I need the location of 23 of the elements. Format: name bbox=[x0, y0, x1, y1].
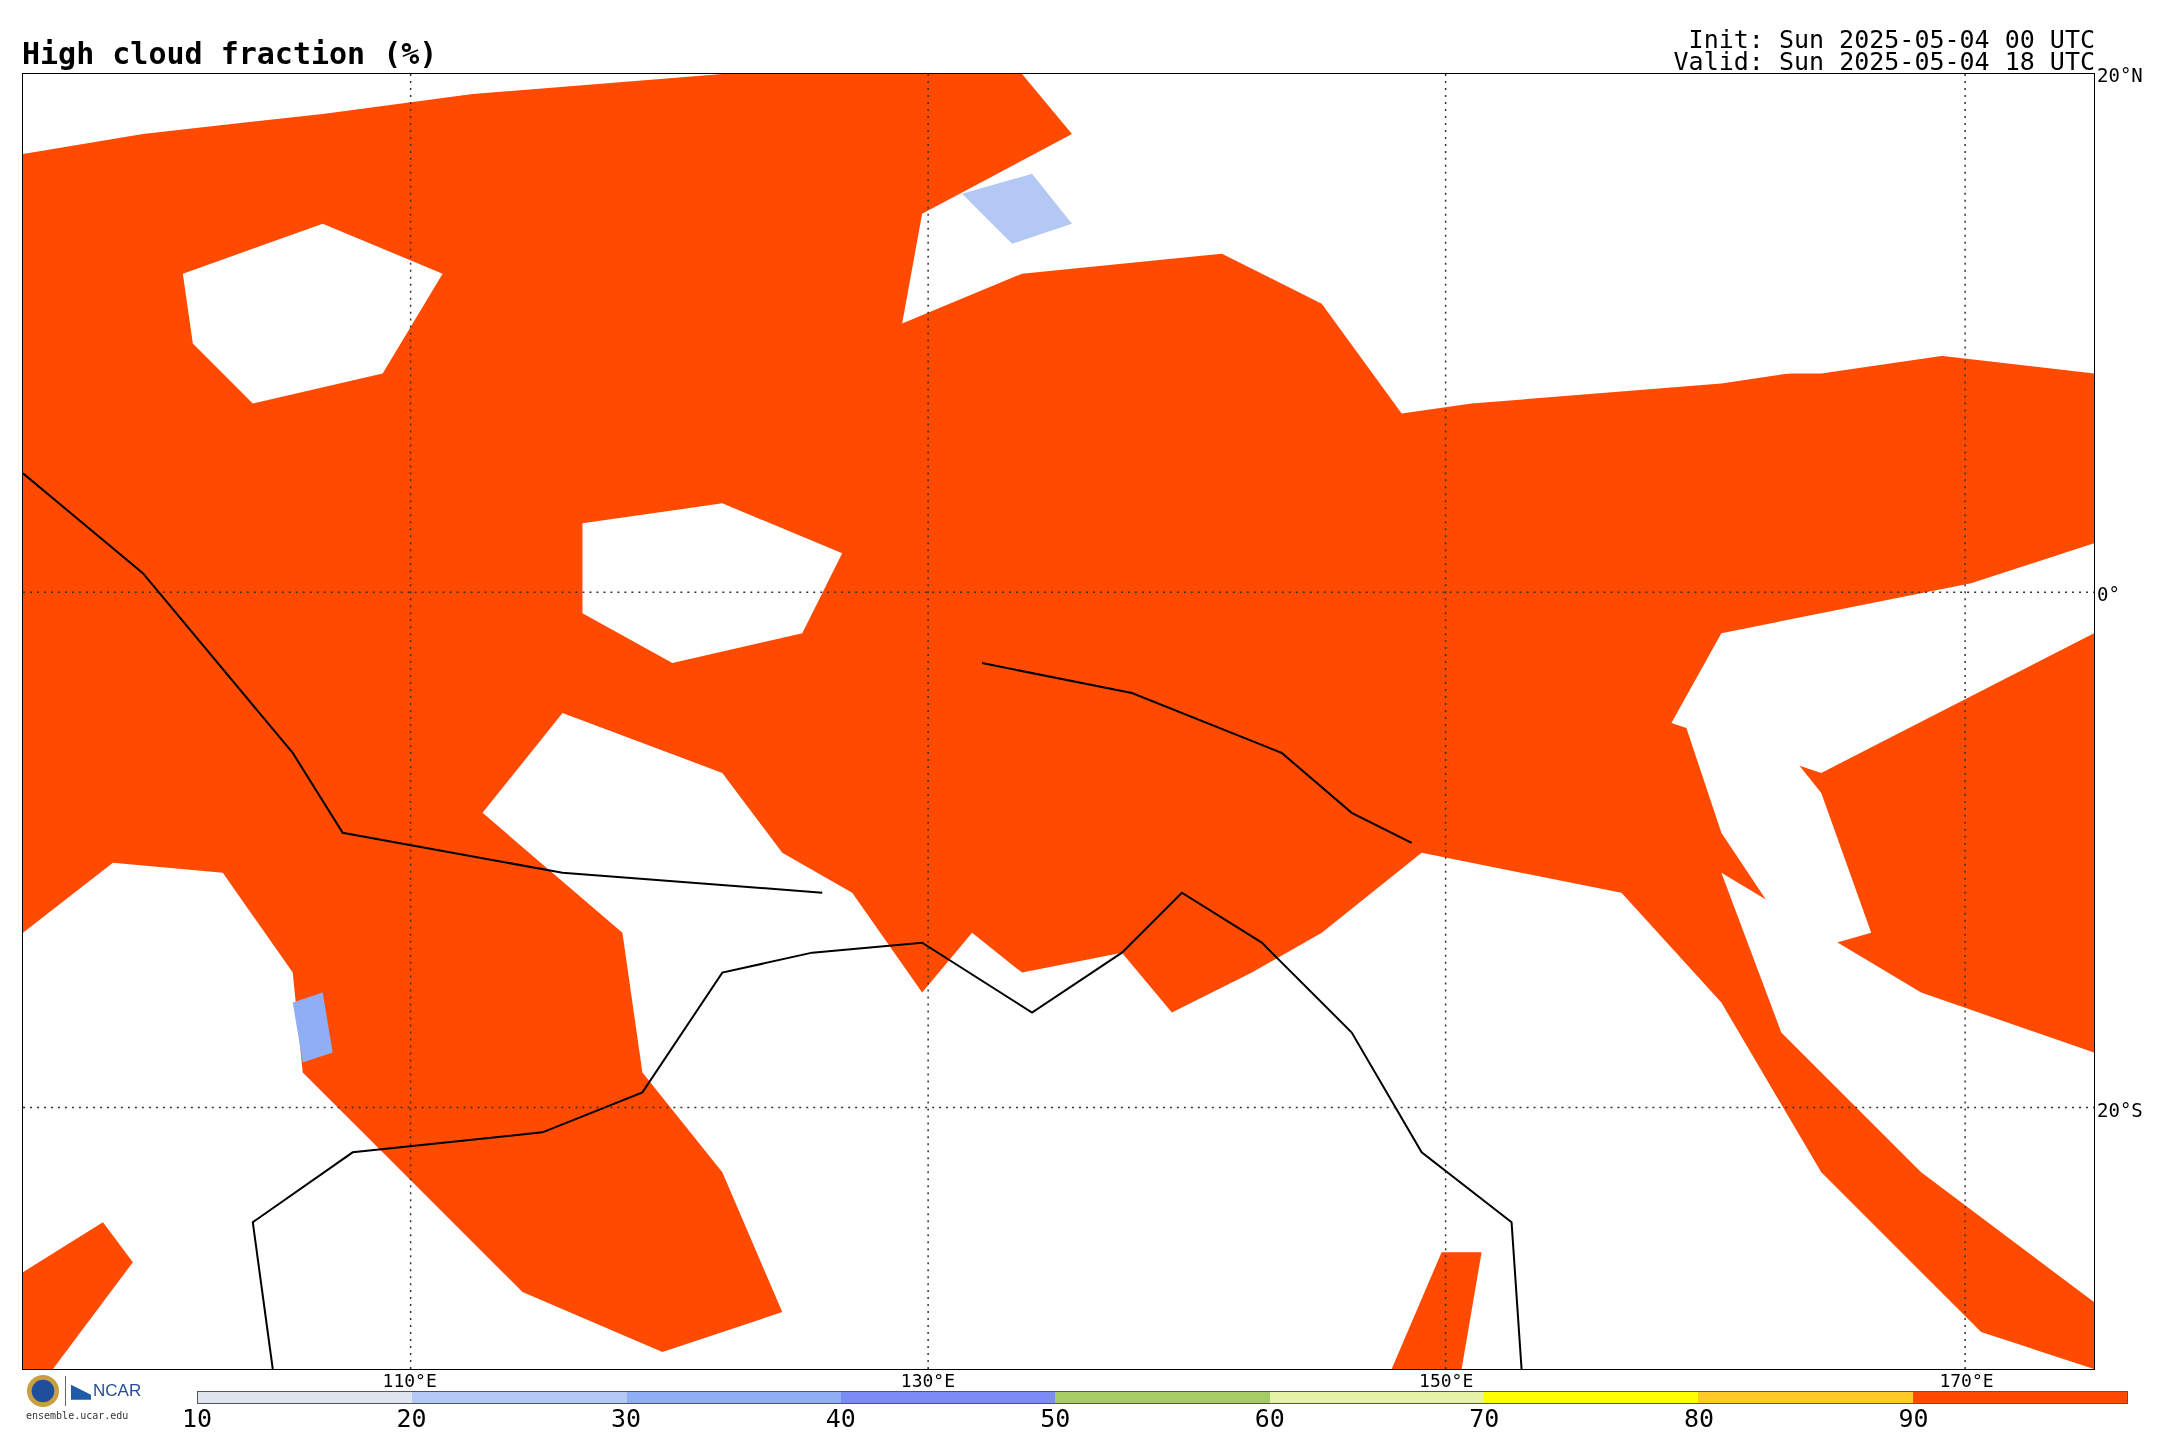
colorbar-tick-label: 30 bbox=[611, 1404, 642, 1433]
chart-title: High cloud fraction (%) bbox=[22, 39, 438, 73]
longitude-label: 110°E bbox=[382, 1371, 437, 1390]
seal-logo-icon bbox=[26, 1374, 60, 1408]
ncar-logo-icon bbox=[71, 1382, 91, 1400]
colorbar-tick-label: 10 bbox=[181, 1404, 213, 1433]
colorbar-tick-label: 90 bbox=[1898, 1404, 1929, 1433]
colorbar-tick-label: 80 bbox=[1683, 1404, 1714, 1433]
colorbar-tick-label: 60 bbox=[1254, 1404, 1285, 1433]
longitude-label: 150°E bbox=[1419, 1371, 1474, 1390]
longitude-label: 130°E bbox=[900, 1371, 955, 1390]
latitude-label: 20°N bbox=[2097, 64, 2143, 87]
latitude-label: 20°S bbox=[2097, 1099, 2143, 1122]
colorbar-tick-label: 40 bbox=[825, 1404, 856, 1433]
longitude-label: 170°E bbox=[1939, 1371, 1994, 1390]
colorbar-tick-label: 50 bbox=[1040, 1404, 1071, 1433]
colorbar-tick-label: 70 bbox=[1469, 1404, 1500, 1433]
latitude-label: 0° bbox=[2097, 583, 2120, 605]
ncar-logo-text: NCAR bbox=[93, 1381, 142, 1401]
run-time-label: Valid: Sun 2025-05-04 18 UTC bbox=[1673, 51, 2095, 73]
run-time-label: Init: Sun 2025-05-04 00 UTC bbox=[1688, 29, 2095, 51]
site-url: ensemble.ucar.edu bbox=[26, 1410, 129, 1421]
colorbar-tick-label: 20 bbox=[396, 1404, 427, 1433]
